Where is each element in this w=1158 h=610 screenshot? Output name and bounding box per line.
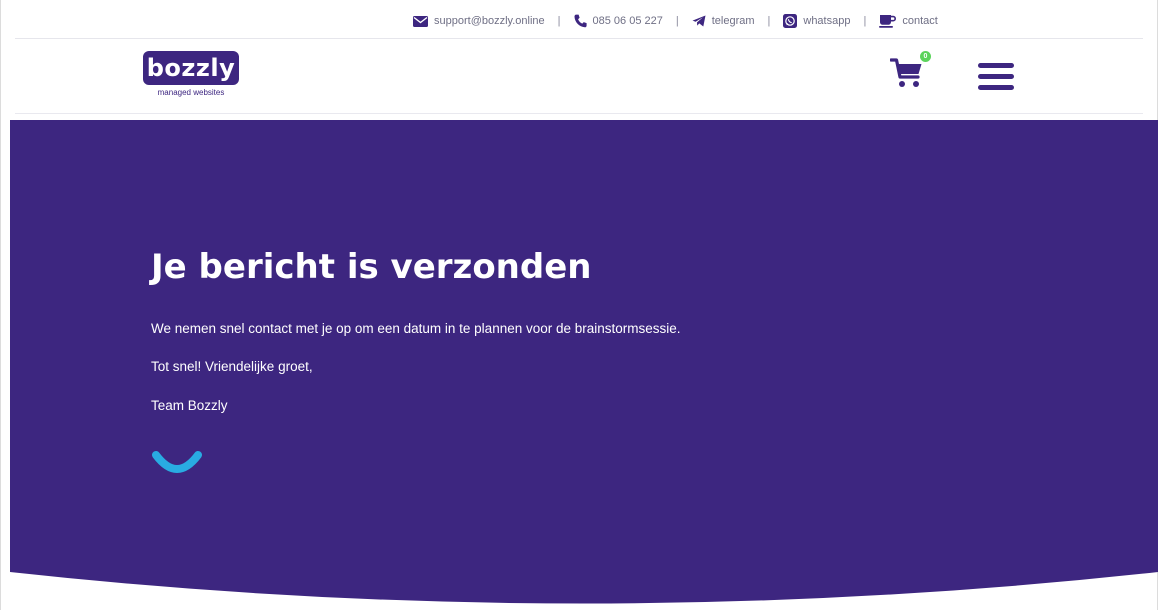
logo-tagline: managed websites	[157, 88, 225, 97]
separator: |	[557, 15, 561, 27]
bozzly-logo[interactable]: bozzly managed websites	[143, 51, 239, 101]
smile-icon	[151, 450, 203, 478]
telegram-label: telegram	[711, 15, 755, 27]
confirmation-hero: Je bericht is verzonden We nemen snel co…	[10, 120, 1158, 607]
top-contact-bar: support@bozzly.online | 085 06 05 227 |	[15, 0, 1143, 39]
telegram-link[interactable]: telegram	[692, 15, 755, 27]
separator: |	[863, 15, 867, 27]
logo-badge: bozzly	[143, 51, 239, 85]
contact-list: support@bozzly.online | 085 06 05 227 |	[413, 12, 938, 30]
whatsapp-label: whatsapp	[803, 15, 851, 27]
envelope-icon	[413, 15, 428, 27]
cart-button[interactable]: 0	[889, 51, 931, 95]
phone-label: 085 06 05 227	[592, 15, 663, 27]
menu-bar	[978, 85, 1014, 90]
hamburger-menu-icon[interactable]	[978, 63, 1014, 91]
page: support@bozzly.online | 085 06 05 227 |	[0, 0, 1158, 610]
cup-icon	[879, 14, 897, 28]
telegram-icon	[692, 15, 706, 27]
phone-icon	[573, 14, 587, 28]
email-label: support@bozzly.online	[434, 15, 545, 27]
phone-link[interactable]: 085 06 05 227	[573, 14, 663, 28]
closing-greeting: Tot snel! Vriendelijke groet,	[151, 359, 313, 374]
whatsapp-link[interactable]: whatsapp	[783, 14, 850, 28]
whatsapp-icon	[783, 14, 798, 28]
separator: |	[675, 15, 679, 27]
confirmation-message: We nemen snel contact met je op om een d…	[151, 321, 681, 336]
menu-bar	[978, 74, 1014, 79]
site-header: bozzly managed websites 0	[15, 39, 1143, 114]
logo-text: bozzly	[146, 54, 236, 82]
confirmation-heading: Je bericht is verzonden	[151, 247, 592, 287]
team-signature: Team Bozzly	[151, 398, 228, 413]
contact-link[interactable]: contact	[879, 14, 938, 28]
shopping-cart-icon	[889, 58, 924, 95]
menu-bar	[978, 63, 1014, 68]
separator: |	[767, 15, 771, 27]
email-link[interactable]: support@bozzly.online	[413, 15, 545, 27]
cart-count-badge: 0	[920, 51, 931, 62]
contact-label: contact	[902, 15, 938, 27]
